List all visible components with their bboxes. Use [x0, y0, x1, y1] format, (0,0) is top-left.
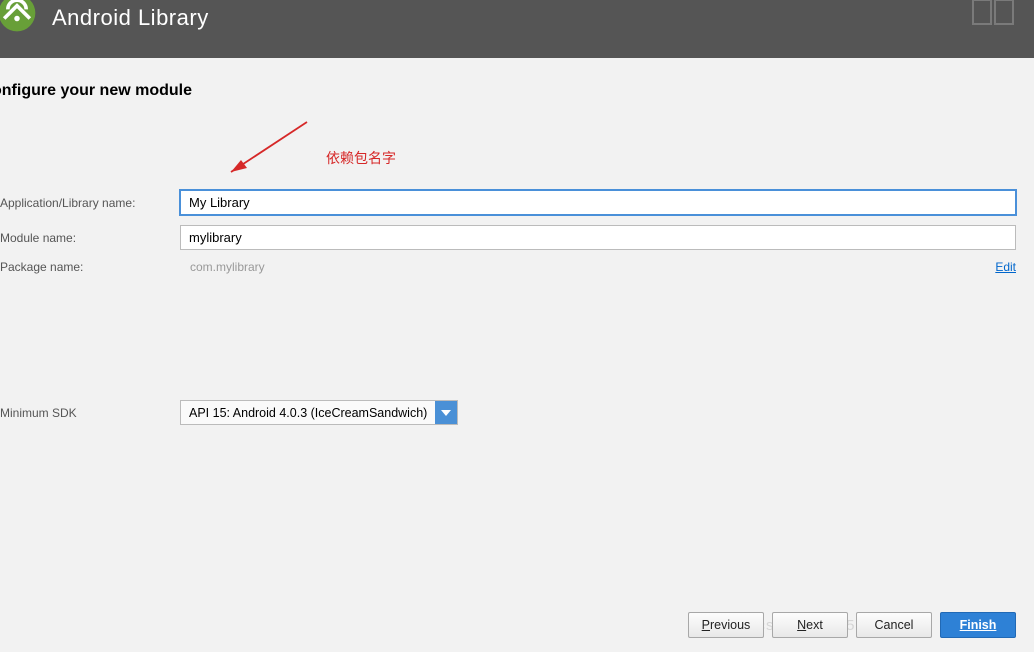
package-name-value: com.mylibrary	[180, 260, 995, 274]
app-name-label: Application/Library name:	[0, 196, 180, 210]
package-edit-link[interactable]: Edit	[995, 260, 1016, 274]
package-name-label: Package name:	[0, 260, 180, 274]
next-button[interactable]: Next	[772, 612, 848, 638]
module-name-row: Module name:	[0, 225, 1016, 250]
module-name-label: Module name:	[0, 231, 180, 245]
previous-button[interactable]: Previous	[688, 612, 764, 638]
wizard-header: Android Library	[0, 0, 1034, 58]
min-sdk-select[interactable]: API 15: Android 4.0.3 (IceCreamSandwich)	[180, 400, 458, 425]
chevron-down-icon	[441, 410, 451, 416]
min-sdk-row: Minimum SDK API 15: Android 4.0.3 (IceCr…	[0, 400, 1016, 425]
min-sdk-label: Minimum SDK	[0, 406, 180, 420]
dropdown-button[interactable]	[435, 401, 457, 424]
min-sdk-value: API 15: Android 4.0.3 (IceCreamSandwich)	[181, 401, 435, 424]
annotation-text: 依赖包名字	[326, 148, 396, 168]
page-title: onfigure your new module	[0, 82, 1016, 100]
annotation-layer: 依赖包名字	[0, 134, 1016, 190]
app-name-input[interactable]	[180, 190, 1016, 215]
header-left: Android Library	[0, 0, 209, 38]
app-name-row: Application/Library name:	[0, 190, 1016, 215]
header-title: Android Library	[52, 5, 209, 31]
module-name-input[interactable]	[180, 225, 1016, 250]
header-decoration-icon	[971, 0, 1019, 26]
cancel-button[interactable]: Cancel	[856, 612, 932, 638]
wizard-button-bar: Previous Next Cancel Finish	[688, 612, 1016, 638]
finish-button[interactable]: Finish	[940, 612, 1016, 638]
wizard-content: onfigure your new module 依赖包名字 Applicati…	[0, 58, 1034, 425]
android-studio-icon	[0, 0, 42, 38]
annotation-arrow-icon	[215, 116, 315, 186]
package-name-row: Package name: com.mylibrary Edit	[0, 260, 1016, 274]
